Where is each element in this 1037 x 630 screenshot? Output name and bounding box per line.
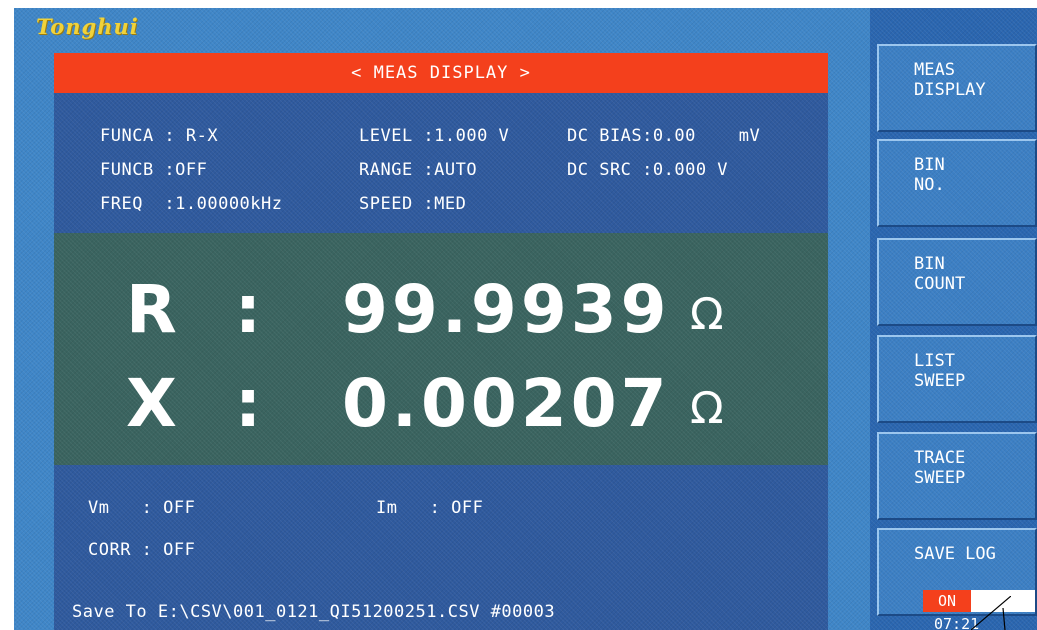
im-monitor[interactable]: Im : OFF <box>376 498 483 518</box>
vm-monitor[interactable]: Vm : OFF <box>88 498 195 518</box>
range-param[interactable]: RANGE :AUTO <box>359 160 477 180</box>
level-param[interactable]: LEVEL :1.000 V <box>359 126 509 146</box>
softkey-save-log[interactable]: SAVE LOG ON <box>877 528 1037 616</box>
primary-unit: Ω <box>690 289 724 340</box>
softkey-sidebar: MEAS DISPLAY BIN NO. BIN COUNT LIST SWEE… <box>870 8 1037 630</box>
page-title: < MEAS DISPLAY > <box>54 53 828 93</box>
primary-label: R : <box>126 271 266 348</box>
instrument-screen: Tonghui < MEAS DISPLAY > FUNCA : R-X FUN… <box>14 8 1037 630</box>
dc-src-param[interactable]: DC SRC :0.000 V <box>567 160 728 180</box>
softkey-label: MEAS DISPLAY <box>914 60 986 100</box>
funcb-param[interactable]: FUNCB :OFF <box>100 160 207 180</box>
softkey-bin-count[interactable]: BIN COUNT <box>877 238 1037 326</box>
status-bar: Save To E:\CSV\001_0121_QI51200251.CSV #… <box>14 598 870 630</box>
main-display-panel: < MEAS DISPLAY > FUNCA : R-X FUNCB :OFF … <box>54 53 828 630</box>
brand-logo: Tonghui <box>36 14 139 39</box>
toggle-on-state: ON <box>923 590 971 612</box>
softkey-label: SAVE LOG <box>914 544 996 564</box>
secondary-label: X : <box>126 365 266 442</box>
save-path-status: Save To E:\CSV\001_0121_QI51200251.CSV #… <box>72 602 556 622</box>
speed-param[interactable]: SPEED :MED <box>359 194 466 214</box>
softkey-bin-no[interactable]: BIN NO. <box>877 139 1037 227</box>
softkey-meas-display[interactable]: MEAS DISPLAY <box>877 44 1037 132</box>
softkey-label: BIN NO. <box>914 155 945 195</box>
softkey-label: BIN COUNT <box>914 254 966 294</box>
measurement-area: R : 99.9939 Ω X : 0.00207 Ω <box>54 233 828 465</box>
softkey-list-sweep[interactable]: LIST SWEEP <box>877 335 1037 423</box>
softkey-trace-sweep[interactable]: TRACE SWEEP <box>877 432 1037 520</box>
corr-status[interactable]: CORR : OFF <box>88 540 195 560</box>
secondary-value: 0.00207 <box>342 365 671 442</box>
funca-param[interactable]: FUNCA : R-X <box>100 126 218 146</box>
dc-bias-param[interactable]: DC BIAS:0.00 mV <box>567 126 760 146</box>
freq-param[interactable]: FREQ :1.00000kHz <box>100 194 283 214</box>
softkey-label: TRACE SWEEP <box>914 448 966 488</box>
cursor-pointer-icon-2 <box>971 596 1011 630</box>
softkey-label: LIST SWEEP <box>914 351 966 391</box>
primary-value: 99.9939 <box>342 271 671 348</box>
secondary-unit: Ω <box>690 383 724 434</box>
